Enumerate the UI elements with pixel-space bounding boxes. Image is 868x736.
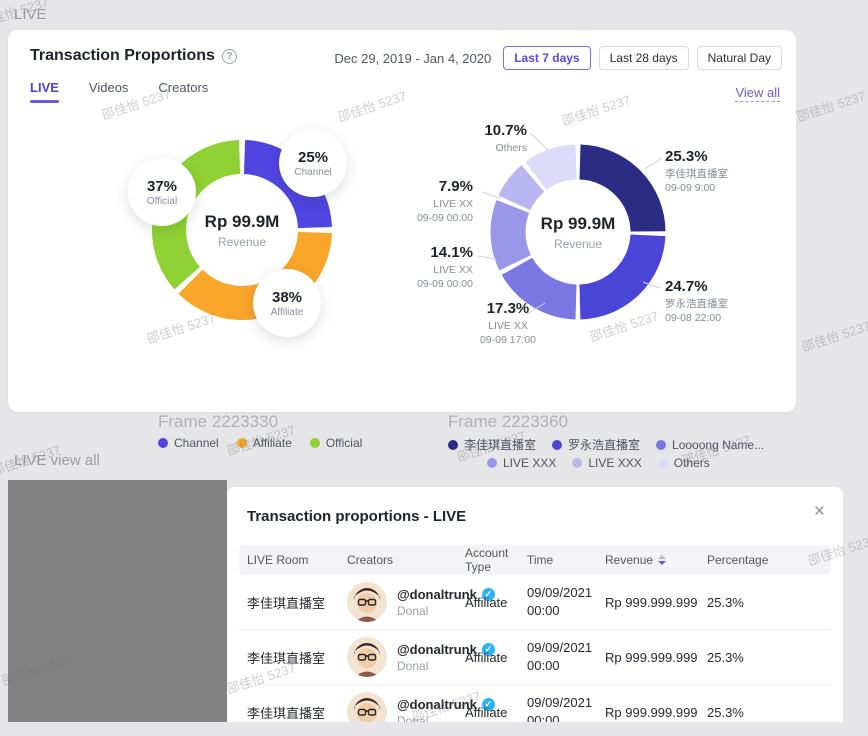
legend-dot [656, 440, 666, 450]
legend-item-channel[interactable]: Channel [158, 436, 219, 450]
watermark: 邵佳怡 5237 [799, 315, 868, 355]
natural-day-button[interactable]: Natural Day [697, 46, 782, 70]
avatar [347, 637, 387, 677]
frame-label-live-view-all: LIVE view all [14, 452, 100, 469]
avatar [347, 582, 387, 622]
frame-label-2223360: Frame 2223360 [448, 412, 764, 432]
legend-item-room1[interactable]: 李佳琪直播室 [448, 436, 536, 453]
legend-item-live-xxx-2[interactable]: LIVE XXX [572, 456, 641, 470]
legend-group-live-rooms: Frame 2223360 李佳琪直播室 罗永浩直播室 Loooong Name… [448, 412, 764, 470]
legend-item-long-name[interactable]: Loooong Name... [656, 438, 764, 452]
legend-dot [552, 440, 562, 450]
col-live-room: LIVE Room [247, 553, 347, 567]
frame-label-live: LIVE [14, 6, 47, 23]
last-28-days-button[interactable]: Last 28 days [599, 46, 689, 70]
live-room-cell: 李佳琪直播室 [247, 593, 347, 612]
dimmed-backdrop [8, 480, 227, 722]
creator-cell: @donaltrunk✓ Donal [347, 692, 465, 722]
last-7-days-button[interactable]: Last 7 days [503, 46, 590, 70]
legend-item-official[interactable]: Official [310, 436, 362, 450]
transaction-proportions-modal: Transaction proportions - LIVE × LIVE Ro… [227, 487, 843, 722]
official-bubble: 37% Official [128, 158, 196, 226]
callout-17-3: 17.3% LIVE XX 09-09 17:00 [428, 300, 588, 347]
card-title: Transaction Proportions [30, 47, 215, 65]
affiliate-bubble: 38% Affiliate [253, 269, 321, 337]
time-cell: 09/09/202100:00 [527, 639, 605, 674]
table-header-row: LIVE Room Creators Account Type Time Rev… [239, 545, 831, 575]
col-time: Time [527, 553, 605, 567]
transaction-proportions-card: Transaction Proportions ? Dec 29, 2019 -… [8, 30, 796, 412]
frame-label-2223330: Frame 2223330 [158, 412, 362, 432]
avatar [347, 692, 387, 722]
percentage-cell: 25.3% [707, 650, 823, 665]
callout-7-9: 7.9% LIVE XX 09-09 00:00 [338, 178, 473, 225]
tab-videos[interactable]: Videos [89, 80, 129, 103]
revenue-cell: Rp 999.999.999 [605, 650, 707, 665]
donut-center-label: Rp 99.9M Revenue [541, 214, 616, 251]
live-room-table: LIVE Room Creators Account Type Time Rev… [239, 545, 831, 722]
time-cell: 09/09/202100:00 [527, 584, 605, 619]
legend-dot [448, 440, 458, 450]
legend-dot [158, 438, 168, 448]
revenue-cell: Rp 999.999.999 [605, 595, 707, 610]
donut-center-label: Rp 99.9M Revenue [205, 212, 280, 249]
help-icon[interactable]: ? [222, 49, 237, 64]
account-type-cell: Affiliate [465, 650, 527, 665]
close-icon[interactable]: × [814, 501, 825, 523]
legend-dot [237, 438, 247, 448]
legend-item-live-xxx-1[interactable]: LIVE XXX [487, 456, 556, 470]
creator-cell: @donaltrunk✓ Donal [347, 637, 465, 677]
date-range-text: Dec 29, 2019 - Jan 4, 2020 [334, 51, 491, 66]
legend-item-affiliate[interactable]: Affiliate [237, 436, 292, 450]
callout-25-3: 25.3% 李佳琪直播室 09-09 9:00 [665, 148, 785, 195]
watermark: 邵佳怡 5237 [794, 85, 868, 125]
percentage-cell: 25.3% [707, 705, 823, 720]
legend-dot [572, 458, 582, 468]
col-account-type: Account Type [465, 546, 527, 574]
col-percentage: Percentage [707, 553, 823, 567]
legend-dot [487, 458, 497, 468]
legend-dot [310, 438, 320, 448]
col-revenue-sort[interactable]: Revenue [605, 553, 707, 567]
chart-tabs: LIVE Videos Creators [30, 80, 208, 103]
account-type-cell: Affiliate [465, 705, 527, 720]
live-room-donut-chart[interactable]: Rp 99.9M Revenue [488, 142, 668, 322]
live-room-cell: 李佳琪直播室 [247, 703, 347, 722]
callout-others: 10.7% Others [392, 122, 527, 155]
legend-group-account-type: Frame 2223330 Channel Affiliate Official [158, 412, 362, 450]
modal-title: Transaction proportions - LIVE [247, 508, 466, 525]
percentage-cell: 25.3% [707, 595, 823, 610]
sort-icon [658, 555, 666, 565]
channel-bubble: 25% Channel [279, 129, 347, 197]
live-room-cell: 李佳琪直播室 [247, 648, 347, 667]
creator-cell: @donaltrunk✓ Donal [347, 582, 465, 622]
tab-creators[interactable]: Creators [158, 80, 208, 103]
callout-14-1: 14.1% LIVE XX 09-09 00:00 [338, 244, 473, 291]
account-type-cell: Affiliate [465, 595, 527, 610]
callout-24-7: 24.7% 罗永浩直播室 09-08 22:00 [665, 278, 785, 325]
time-cell: 09/09/202100:00 [527, 694, 605, 722]
table-row: 李佳琪直播室 @donaltrunk✓ Donal Affiliate 09/0… [239, 630, 831, 685]
tab-live[interactable]: LIVE [30, 80, 59, 103]
table-row: 李佳琪直播室 @donaltrunk✓ Donal Affiliate 09/0… [239, 575, 831, 630]
legend-item-room2[interactable]: 罗永浩直播室 [552, 436, 640, 453]
table-row: 李佳琪直播室 @donaltrunk✓ Donal Affiliate 09/0… [239, 685, 831, 722]
revenue-cell: Rp 999.999.999 [605, 705, 707, 720]
legend-dot [658, 458, 668, 468]
legend-item-others[interactable]: Others [658, 456, 710, 470]
col-creators: Creators [347, 553, 465, 567]
view-all-link[interactable]: View all [735, 85, 780, 102]
